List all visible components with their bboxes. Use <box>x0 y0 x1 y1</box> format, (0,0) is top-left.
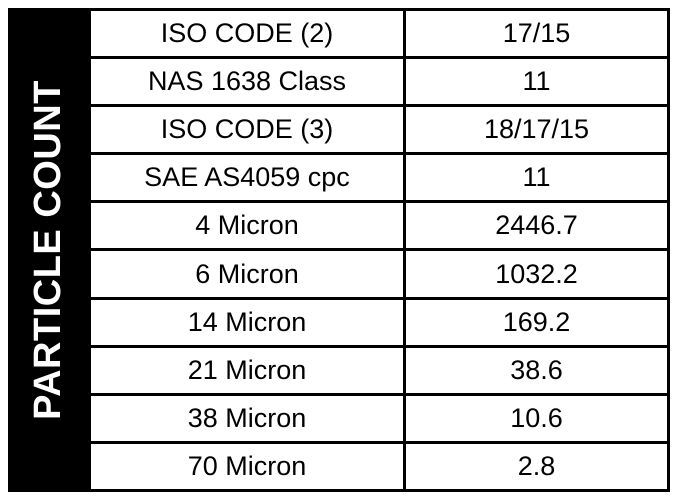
particle-count-label: PARTICLE COUNT <box>27 80 69 420</box>
row-value-cell: 11 <box>406 59 670 105</box>
row-label-cell: 38 Micron <box>88 395 406 441</box>
table-row: 21 Micron 38.6 <box>88 344 670 393</box>
table-row: 6 Micron 1032.2 <box>88 248 670 297</box>
table-row: NAS 1638 Class 11 <box>88 56 670 105</box>
table-row: 4 Micron 2446.7 <box>88 200 670 249</box>
row-label-cell: 21 Micron <box>88 347 406 393</box>
row-value-cell: 11 <box>406 155 670 201</box>
row-label-cell: ISO CODE (3) <box>88 107 406 153</box>
row-value-cell: 18/17/15 <box>406 107 670 153</box>
row-value-cell: 17/15 <box>406 11 670 57</box>
row-label-cell: NAS 1638 Class <box>88 59 406 105</box>
table-row: SAE AS4059 cpc 11 <box>88 152 670 201</box>
table-rows-area: ISO CODE (2) 17/15 NAS 1638 Class 11 ISO… <box>88 8 670 492</box>
row-value-cell: 2446.7 <box>406 203 670 249</box>
table-row: 70 Micron 2.8 <box>88 440 670 492</box>
table-row: 38 Micron 10.6 <box>88 392 670 441</box>
particle-count-table: PARTICLE COUNT ISO CODE (2) 17/15 NAS 16… <box>8 8 670 492</box>
row-value-cell: 2.8 <box>406 443 670 489</box>
row-value-cell: 10.6 <box>406 395 670 441</box>
row-label-cell: SAE AS4059 cpc <box>88 155 406 201</box>
row-label-cell: 70 Micron <box>88 443 406 489</box>
vertical-header-band: PARTICLE COUNT <box>8 8 88 492</box>
row-value-cell: 1032.2 <box>406 251 670 297</box>
row-label-cell: ISO CODE (2) <box>88 11 406 57</box>
row-label-cell: 4 Micron <box>88 203 406 249</box>
table-row: ISO CODE (3) 18/17/15 <box>88 104 670 153</box>
table-row: 14 Micron 169.2 <box>88 296 670 345</box>
row-label-cell: 14 Micron <box>88 299 406 345</box>
table-row: ISO CODE (2) 17/15 <box>88 8 670 57</box>
row-value-cell: 38.6 <box>406 347 670 393</box>
row-label-cell: 6 Micron <box>88 251 406 297</box>
row-value-cell: 169.2 <box>406 299 670 345</box>
